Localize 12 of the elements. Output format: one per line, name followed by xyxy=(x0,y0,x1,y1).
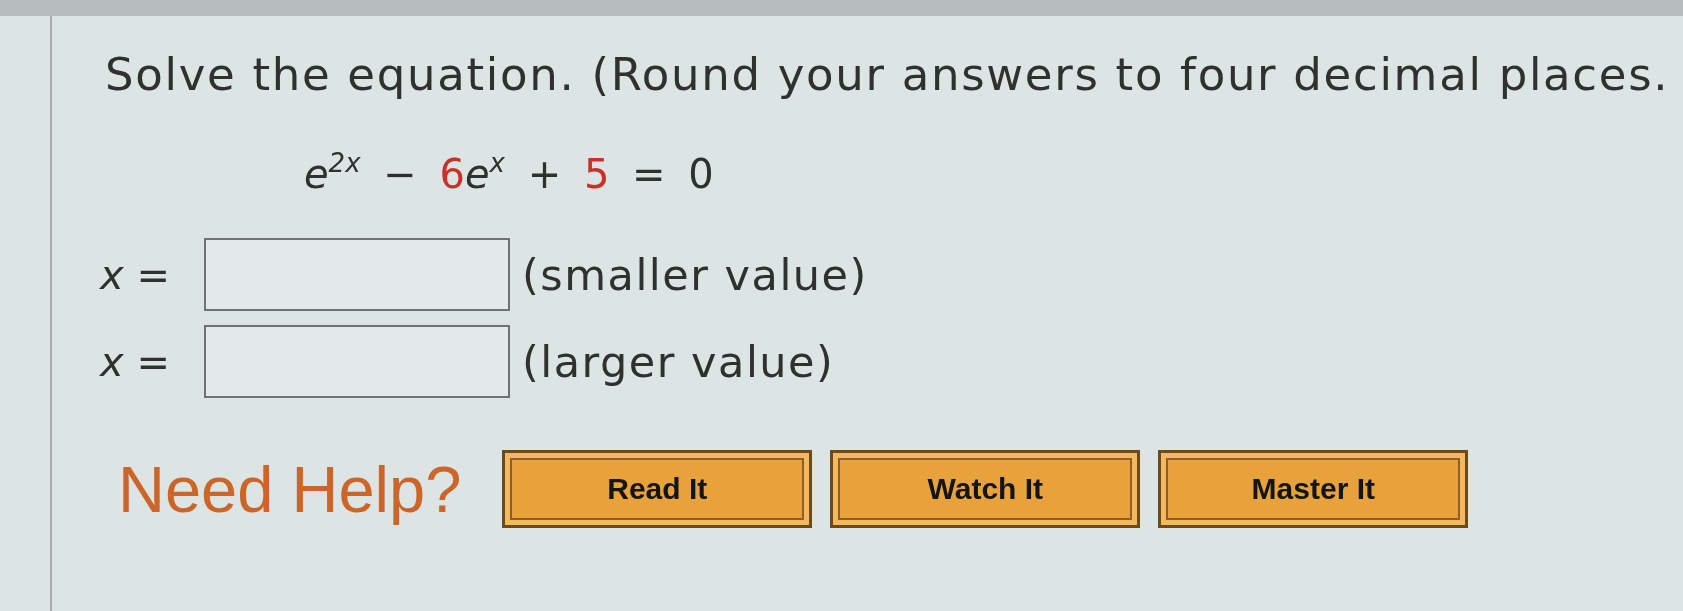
need-help-label: Need Help? xyxy=(118,451,462,527)
answer-box[interactable] xyxy=(204,238,510,311)
help-button[interactable]: Read It xyxy=(502,450,813,528)
answer-box[interactable] xyxy=(204,325,510,398)
answer-hint: (larger value) xyxy=(522,336,835,387)
answer-hint: (smaller value) xyxy=(522,249,868,300)
help-button[interactable]: Master It xyxy=(1158,450,1469,528)
question-text: Solve the equation. (Round your answers to four decimal places. xyxy=(105,47,1670,103)
variable-label: x = xyxy=(100,338,171,385)
variable-label: x = xyxy=(100,251,171,298)
equation: e$^{2x}$ − 6e$^{x}$ + 5 = 0 xyxy=(304,150,714,198)
help-button[interactable]: Watch It xyxy=(830,450,1141,528)
